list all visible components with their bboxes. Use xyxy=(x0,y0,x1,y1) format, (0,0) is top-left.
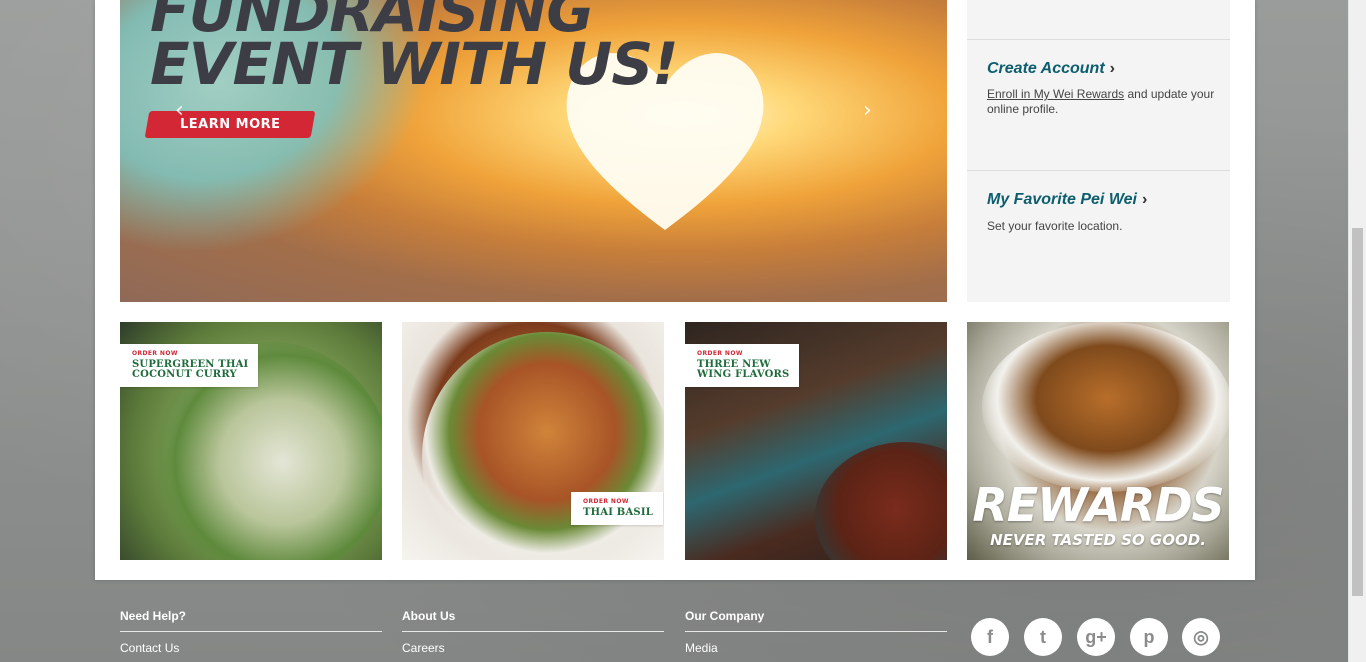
twitter-icon[interactable]: t xyxy=(1024,618,1062,656)
order-now-label: ORDER NOW xyxy=(132,350,178,357)
promo-tile-supergreen-curry[interactable]: ORDER NOW SUPERGREEN THAI COCONUT CURRY xyxy=(120,322,382,560)
contact-us-link[interactable]: Contact Us xyxy=(120,641,382,655)
chevron-right-icon: › xyxy=(1109,60,1115,77)
careers-link[interactable]: Careers xyxy=(402,641,664,655)
content-card: FUNDRAISING EVENT WITH US! LEARN MORE ‹ … xyxy=(95,0,1255,580)
promo-tile-rewards[interactable]: REWARDS NEVER TASTED SO GOOD. xyxy=(967,322,1229,560)
enroll-rewards-link[interactable]: Enroll in My Wei Rewards xyxy=(987,87,1124,101)
google-plus-icon[interactable]: g+ xyxy=(1077,618,1115,656)
order-now-tag: ORDER NOW SUPERGREEN THAI COCONUT CURRY xyxy=(120,344,259,387)
carousel-next-arrow-icon[interactable]: › xyxy=(863,98,872,123)
media-link[interactable]: Media xyxy=(685,641,947,655)
noodle-bowl-image xyxy=(982,322,1229,492)
account-sidebar: Create Account › Enroll in My Wei Rewards… xyxy=(967,0,1230,302)
create-account-description: Enroll in My Wei Rewards and update your… xyxy=(987,87,1217,117)
footer-our-company: Our Company Media xyxy=(685,609,947,655)
promo-tile-thai-basil[interactable]: ORDER NOW THAI BASIL xyxy=(402,322,664,560)
promo-tile-wing-flavors[interactable]: ORDER NOW THREE NEW WING FLAVORS xyxy=(685,322,947,560)
rewards-headline: REWARDS xyxy=(972,478,1224,532)
facebook-icon[interactable]: f xyxy=(971,618,1009,656)
learn-more-button[interactable]: LEARN MORE xyxy=(144,111,316,138)
order-now-tag: ORDER NOW THAI BASIL xyxy=(571,492,663,525)
my-favorite-pei-wei-link[interactable]: My Favorite Pei Wei › xyxy=(987,191,1147,209)
pinterest-icon[interactable]: p xyxy=(1130,618,1168,656)
order-now-label: ORDER NOW xyxy=(583,498,629,505)
dish-name-line-1: THAI BASIL xyxy=(583,507,653,518)
create-account-link[interactable]: Create Account › xyxy=(987,60,1115,78)
create-account-title: Create Account xyxy=(987,60,1105,77)
footer-need-help: Need Help? Contact Us xyxy=(120,609,382,655)
wings-plate-image xyxy=(815,442,947,560)
scrollbar-thumb[interactable] xyxy=(1352,228,1363,596)
create-account-section: Create Account › Enroll in My Wei Rewards… xyxy=(967,39,1230,171)
footer-heading: About Us xyxy=(402,609,664,632)
order-now-tag: ORDER NOW THREE NEW WING FLAVORS xyxy=(685,344,800,387)
favorite-location-section: My Favorite Pei Wei › Set your favorite l… xyxy=(967,170,1230,303)
thai-basil-bowl-image xyxy=(422,332,664,560)
favorite-description: Set your favorite location. xyxy=(987,219,1123,233)
hero-headline-line-2: EVENT WITH US! xyxy=(150,30,679,98)
instagram-icon[interactable]: ◎ xyxy=(1182,618,1220,656)
rewards-tagline: NEVER TASTED SO GOOD. xyxy=(990,531,1206,549)
footer-about-us: About Us Careers xyxy=(402,609,664,655)
chevron-right-icon: › xyxy=(1141,191,1148,208)
hero-carousel[interactable]: FUNDRAISING EVENT WITH US! LEARN MORE ‹ … xyxy=(120,0,947,302)
dish-name-line-2: COCONUT CURRY xyxy=(132,369,237,380)
dish-name-line-2: WING FLAVORS xyxy=(697,369,790,380)
order-now-label: ORDER NOW xyxy=(697,350,743,357)
learn-more-label: LEARN MORE xyxy=(179,117,281,132)
carousel-prev-arrow-icon[interactable]: ‹ xyxy=(175,98,184,123)
favorite-title: My Favorite Pei Wei xyxy=(987,191,1137,208)
page-scrollbar[interactable] xyxy=(1348,0,1366,662)
footer-heading: Need Help? xyxy=(120,609,382,632)
footer-heading: Our Company xyxy=(685,609,947,632)
